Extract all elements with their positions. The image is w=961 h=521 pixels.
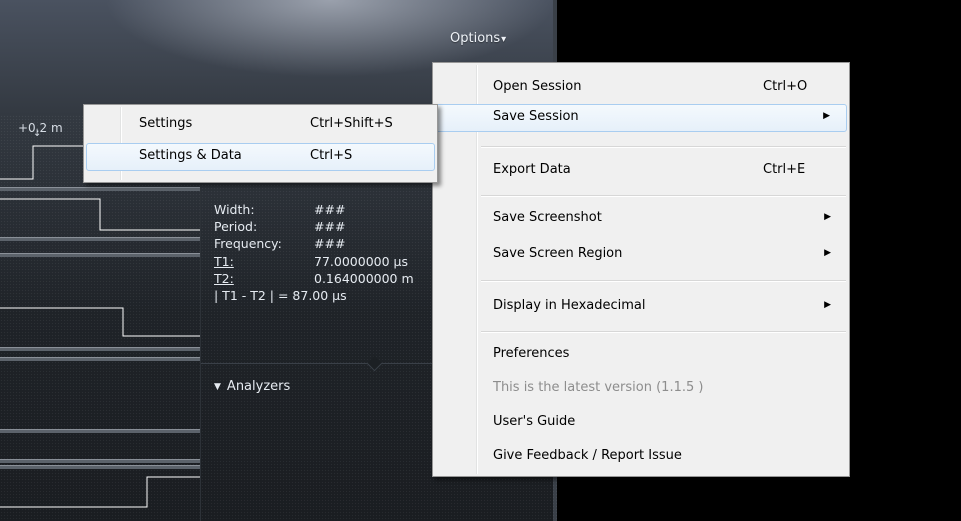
t1-value: 77.0000000 µs xyxy=(314,254,408,269)
waveform-area[interactable] xyxy=(0,141,200,521)
width-value: ### xyxy=(314,202,346,217)
period-label: Period: xyxy=(214,219,258,234)
options-dropdown-menu: Open Session Ctrl+O Save Session ▶ Expor… xyxy=(432,62,850,477)
channel-separator xyxy=(0,357,200,361)
menu-item-save-session[interactable]: Save Session ▶ xyxy=(435,104,847,132)
frequency-value: ### xyxy=(314,236,346,251)
menu-item-label: Give Feedback / Report Issue xyxy=(493,448,682,463)
menu-item-give-feedback[interactable]: Give Feedback / Report Issue xyxy=(435,443,847,471)
options-menu-button[interactable]: Options▾ xyxy=(450,31,506,46)
menu-item-label: Preferences xyxy=(493,346,570,361)
menu-item-label: User's Guide xyxy=(493,414,576,429)
menu-item-users-guide[interactable]: User's Guide xyxy=(435,409,847,437)
options-label: Options xyxy=(450,31,501,46)
expand-triangle-icon: ▼ xyxy=(214,382,221,392)
channel-separator xyxy=(0,237,200,241)
time-difference: | T1 - T2 | = 87.00 µs xyxy=(214,288,347,303)
menu-item-label: This is the latest version (1.1.5 ) xyxy=(493,380,704,395)
channel-3-trace xyxy=(0,476,200,508)
menu-item-open-session[interactable]: Open Session Ctrl+O xyxy=(435,74,847,102)
analyzers-label: Analyzers xyxy=(226,379,291,394)
submenu-arrow-icon: ▶ xyxy=(823,111,830,121)
menu-item-label: Save Screen Region xyxy=(493,246,623,261)
menu-item-shortcut: Ctrl+O xyxy=(763,79,808,94)
menu-separator xyxy=(481,195,846,197)
menu-item-save-screenshot[interactable]: Save Screenshot ▶ xyxy=(435,205,847,233)
menu-item-shortcut: Ctrl+S xyxy=(310,148,353,163)
menu-item-label: Save Screenshot xyxy=(493,210,602,225)
submenu-arrow-icon: ▶ xyxy=(824,212,831,222)
channel-2-trace xyxy=(0,307,200,337)
t2-value: 0.164000000 m xyxy=(314,271,414,286)
menu-item-shortcut: Ctrl+Shift+S xyxy=(310,116,393,131)
t1-label[interactable]: T1: xyxy=(214,254,234,269)
panel-divider-notch xyxy=(366,355,383,372)
submenu-arrow-icon: ▶ xyxy=(824,300,831,310)
menu-item-shortcut: Ctrl+E xyxy=(763,162,806,177)
menu-item-label: Settings xyxy=(139,116,193,131)
menu-item-export-data[interactable]: Export Data Ctrl+E xyxy=(435,157,847,185)
menu-item-preferences[interactable]: Preferences xyxy=(435,341,847,369)
save-session-submenu: Settings Ctrl+Shift+S Settings & Data Ct… xyxy=(83,104,438,183)
channel-separator xyxy=(0,459,200,463)
channel-separator xyxy=(0,429,200,433)
channel-separator xyxy=(0,465,200,469)
channel-separator xyxy=(0,187,200,191)
menu-item-label: Save Session xyxy=(493,109,579,124)
submenu-arrow-icon: ▶ xyxy=(824,248,831,258)
menu-item-label: Open Session xyxy=(493,79,582,94)
menu-item-label: Display in Hexadecimal xyxy=(493,298,646,313)
analyzers-section-toggle[interactable]: ▼ Analyzers xyxy=(214,379,290,394)
period-value: ### xyxy=(314,219,346,234)
menu-item-save-screen-region[interactable]: Save Screen Region ▶ xyxy=(435,241,847,269)
menu-item-version-info: This is the latest version (1.1.5 ) xyxy=(435,375,847,403)
channel-separator xyxy=(0,253,200,257)
time-marker-icon: ↓ xyxy=(33,128,42,139)
menu-separator xyxy=(481,146,846,148)
frequency-label: Frequency: xyxy=(214,236,282,251)
submenu-item-settings-and-data[interactable]: Settings & Data Ctrl+S xyxy=(86,143,435,171)
t2-label[interactable]: T2: xyxy=(214,271,234,286)
menu-item-label: Export Data xyxy=(493,162,571,177)
channel-separator xyxy=(0,347,200,351)
width-label: Width: xyxy=(214,202,255,217)
menu-item-label: Settings & Data xyxy=(139,148,242,163)
channel-1-trace xyxy=(0,198,200,231)
waveform-traces xyxy=(0,145,200,508)
submenu-item-settings[interactable]: Settings Ctrl+Shift+S xyxy=(86,111,435,139)
menu-separator xyxy=(481,280,846,282)
menu-item-display-in-hexadecimal[interactable]: Display in Hexadecimal ▶ xyxy=(435,293,847,321)
menu-separator xyxy=(481,331,846,333)
chevron-down-icon: ▾ xyxy=(501,34,507,45)
